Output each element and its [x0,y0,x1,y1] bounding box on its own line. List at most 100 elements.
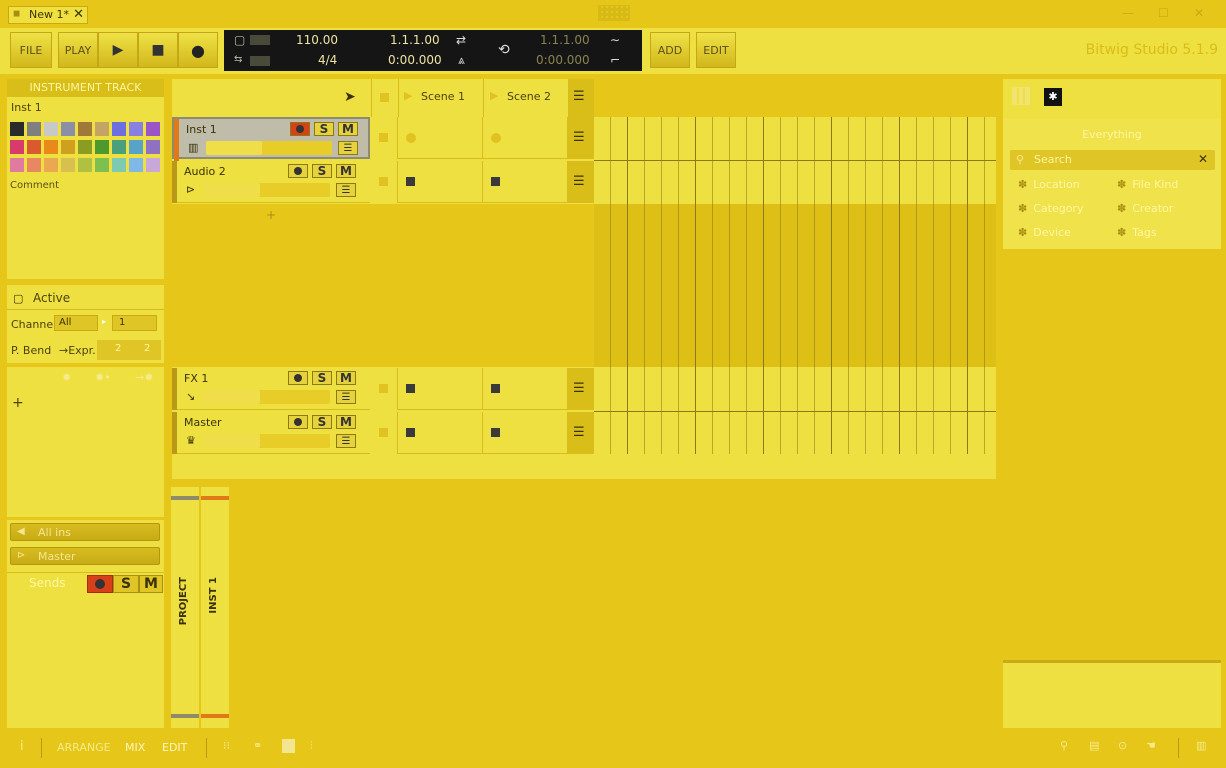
metronome-icon[interactable]: ⩓ [458,53,465,68]
color-swatch[interactable] [10,158,24,172]
filter-category[interactable]: ✽ Category [1018,202,1083,215]
clip-slot[interactable] [483,368,568,410]
play-mode-button[interactable]: PLAY [58,32,98,68]
filter-creator[interactable]: ✽ Creator [1117,202,1173,215]
color-swatch[interactable] [78,158,92,172]
active-toggle-icon[interactable]: ▢ [13,292,23,305]
tempo-value[interactable]: 110.00 [296,33,338,47]
color-swatch[interactable] [44,140,58,154]
mix-tab[interactable]: MIX [125,741,145,754]
add-track-button[interactable]: + [266,208,276,222]
filter-device[interactable]: ✽ Device [1018,226,1071,239]
loop-length[interactable]: 0:00.000 [536,53,590,67]
color-swatch[interactable] [129,158,143,172]
device-panel-icon[interactable]: ⁝⁝ [223,739,230,752]
scene-1-launch-icon[interactable]: ▶ [404,89,412,102]
stop-all-clips-icon[interactable] [380,93,389,102]
note-fx-icon[interactable]: ✹ [62,371,71,384]
volume-fader[interactable] [206,141,332,155]
track-name[interactable]: Audio 2 [184,165,226,178]
add-button[interactable]: ADD [650,32,690,68]
scene-2-label[interactable]: Scene 2 [507,90,551,103]
color-swatch[interactable] [27,158,41,172]
color-swatch[interactable] [146,140,160,154]
file-button[interactable]: FILE [10,32,52,68]
track-menu-button[interactable]: ☰ [336,434,356,448]
clip-slot[interactable] [398,117,483,159]
scene-1-label[interactable]: Scene 1 [421,90,465,103]
maximize-button[interactable]: ☐ [1158,6,1169,20]
edit-tab[interactable]: EDIT [162,741,187,754]
clear-search-icon[interactable]: ✕ [1198,152,1208,166]
browser-grid-icon[interactable] [1012,87,1030,105]
pbend-down-value[interactable]: 2 [115,343,121,354]
tap-tempo-icon[interactable]: ⇄ [456,33,466,47]
pointer-tool-icon[interactable]: ➤ [344,89,356,105]
mute-button[interactable]: M [336,164,356,178]
filter-file-kind[interactable]: ✽ File Kind [1117,178,1178,191]
search-input[interactable]: ⚲ Search ✕ [1010,150,1215,170]
color-swatch[interactable] [44,158,58,172]
color-swatch[interactable] [61,122,75,136]
browser-search-icon[interactable]: ⚲ [1060,739,1068,752]
inspector-toggle-icon[interactable] [282,739,295,753]
volume-fader[interactable] [204,183,330,197]
automation-write-icon[interactable]: ∼ [610,33,620,47]
position-bars[interactable]: 1.1.1.00 [390,33,440,47]
modulation-icon[interactable]: ⚭ [253,739,262,752]
track-stop-cell[interactable] [370,161,398,203]
color-swatch[interactable] [27,140,41,154]
track-slots-menu[interactable]: ☰ [568,412,594,454]
track-slots-menu[interactable]: ☰ [568,161,594,203]
color-swatch[interactable] [129,140,143,154]
comment-label[interactable]: Comment [10,180,59,191]
color-swatch[interactable] [78,140,92,154]
color-swatch[interactable] [78,122,92,136]
track-name[interactable]: Master [184,416,222,429]
color-swatch[interactable] [95,140,109,154]
filter-location[interactable]: ✽ Location [1018,178,1080,191]
record-arm-button[interactable] [288,371,308,385]
track-slots-menu[interactable]: ☰ [568,368,594,410]
studio-io-icon[interactable]: ⊙ [1118,739,1127,752]
volume-fader[interactable] [204,434,330,448]
mute-button[interactable]: M [139,575,163,593]
record-arm-button[interactable] [288,164,308,178]
project-mixer-column[interactable]: PROJECT [171,487,199,728]
record-arm-button[interactable] [288,415,308,429]
color-swatch[interactable] [44,122,58,136]
track-header-instrument[interactable]: Inst 1 S M ▥ ☰ [172,117,370,161]
inspector-track-name[interactable]: Inst 1 [11,101,42,114]
volume-fader[interactable] [204,390,330,404]
arrange-tab[interactable]: ARRANGE [57,741,111,754]
touch-icon[interactable]: ☚ [1146,739,1156,752]
note-fx-route-icon[interactable]: →✹ [135,371,153,384]
track-header-fx[interactable]: FX 1 S M ↘ ☰ [172,368,370,410]
record-arm-button[interactable] [290,122,310,136]
project-file-icon[interactable]: ▤ [1089,739,1099,752]
track-slots-menu[interactable]: ☰ [568,117,594,159]
project-tab[interactable]: ◼ New 1* ✕ [8,6,88,24]
track-header-master[interactable]: Master S M ♛ ☰ [172,412,370,454]
solo-button[interactable]: S [312,164,332,178]
color-swatch[interactable] [27,122,41,136]
color-swatch[interactable] [146,158,160,172]
record-button[interactable]: ● [178,32,218,68]
info-button[interactable]: i [20,739,24,754]
color-swatch[interactable] [10,140,24,154]
loop-icon[interactable]: ⟲ [498,42,510,58]
clip-slot[interactable] [398,368,483,410]
color-swatch[interactable] [95,158,109,172]
track-menu-button[interactable]: ☰ [336,390,356,404]
track-stop-cell[interactable] [370,368,398,410]
keyboard-icon[interactable]: ▥ [1196,739,1206,752]
track-stop-cell[interactable] [370,117,398,159]
inst-1-mixer-column[interactable]: INST 1 [201,487,229,728]
stop-button[interactable]: ■ [138,32,178,68]
input-select[interactable]: ◀ All ins [10,523,160,541]
solo-button[interactable]: S [113,575,139,593]
browser-everything-icon[interactable]: ✱ [1044,88,1062,106]
minimize-button[interactable]: — [1122,6,1134,20]
color-swatch[interactable] [61,158,75,172]
close-tab-icon[interactable]: ✕ [73,7,84,22]
